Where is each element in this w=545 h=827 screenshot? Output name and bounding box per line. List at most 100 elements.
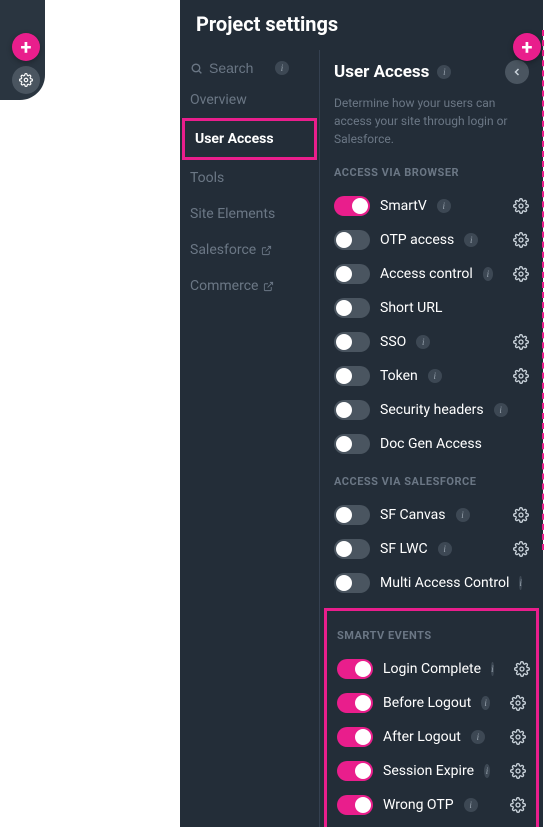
toggle-label: Token	[380, 368, 418, 384]
toggle[interactable]	[334, 230, 370, 250]
gear-icon[interactable]	[513, 198, 529, 214]
settings-panel: Project settings i Overview User Access To…	[180, 0, 543, 827]
page-title: Project settings	[196, 12, 527, 36]
section-access-via-salesforce: ACCESS VIA SALESFORCESF CanvasiSF LWCiMu…	[334, 475, 529, 600]
toggle-label: SSO	[380, 334, 406, 350]
content-pane: User Access i Determine how your users c…	[320, 50, 543, 827]
toggle-row-wrong-otp: Wrong OTPi	[337, 788, 526, 822]
toggle-label: OTP access	[380, 232, 454, 248]
toggle[interactable]	[337, 761, 373, 781]
toggle-label: Multi Access Control	[380, 575, 509, 591]
info-icon[interactable]: i	[438, 542, 452, 556]
toggle-row-doc-gen-access: Doc Gen Access	[334, 427, 529, 461]
sidebar-item-user-access[interactable]: User Access	[182, 118, 317, 160]
sidebar-item-site-elements[interactable]: Site Elements	[180, 196, 319, 232]
gear-icon[interactable]	[513, 368, 529, 384]
add-button-right[interactable]: +	[513, 33, 541, 61]
section-smartv-events: SMARTV EVENTSLogin CompleteiBefore Logou…	[324, 608, 539, 827]
info-icon[interactable]: i	[481, 696, 490, 710]
toggle[interactable]	[337, 659, 373, 679]
add-button-left[interactable]: +	[12, 33, 40, 61]
external-link-icon	[261, 245, 272, 256]
toggle-row-otp-access: OTP access i	[334, 223, 529, 257]
gear-icon[interactable]	[510, 763, 526, 779]
toggle[interactable]	[334, 366, 370, 386]
toggle[interactable]	[334, 400, 370, 420]
toggle[interactable]	[334, 264, 370, 284]
sidebar-item-label: Site Elements	[190, 206, 275, 222]
info-icon[interactable]: i	[416, 335, 430, 349]
search-input[interactable]	[209, 60, 269, 76]
info-icon[interactable]: i	[471, 730, 485, 744]
info-icon[interactable]: i	[275, 61, 289, 75]
toggle[interactable]	[334, 539, 370, 559]
info-icon[interactable]: i	[437, 199, 451, 213]
info-icon[interactable]: i	[437, 65, 451, 79]
info-icon[interactable]: i	[464, 233, 478, 247]
toggle[interactable]	[337, 727, 373, 747]
toggle-label: SmartV	[380, 198, 427, 214]
info-icon[interactable]: i	[464, 798, 478, 812]
section-access-via-browser: ACCESS VIA BROWSERSmartViOTP accessiAcce…	[334, 166, 529, 461]
sidebar-item-overview[interactable]: Overview	[180, 82, 319, 118]
annotation-dashed-line	[542, 30, 544, 550]
info-icon[interactable]: i	[484, 764, 490, 778]
toggle[interactable]	[334, 332, 370, 352]
toggle-label: Session Expire	[383, 763, 474, 779]
content-title: User Access	[334, 62, 429, 82]
toggle[interactable]	[334, 573, 370, 593]
gear-icon[interactable]	[514, 661, 530, 677]
toggle-row-after-logout: After Logouti	[337, 720, 526, 754]
gear-icon[interactable]	[513, 266, 529, 282]
toggle-row-token: Tokeni	[334, 359, 529, 393]
toggle-row-short-url: Short URL	[334, 291, 529, 325]
toggle[interactable]	[334, 196, 370, 216]
toggle-label: Login Complete	[383, 661, 481, 677]
section-label: ACCESS VIA SALESFORCE	[334, 475, 529, 488]
sidebar: i Overview User Access Tools Site Elements S…	[180, 50, 320, 827]
toggle[interactable]	[334, 505, 370, 525]
sidebar-item-label: User Access	[195, 131, 274, 147]
toggle-row-sso: SSO i	[334, 325, 529, 359]
toggle[interactable]	[337, 693, 373, 713]
sidebar-item-label: Overview	[190, 92, 247, 108]
sidebar-item-tools[interactable]: Tools	[180, 160, 319, 196]
toggle-label: SF LWC	[380, 541, 428, 557]
toggle-row-multi-access-control: Multi Access Control i	[334, 566, 529, 600]
gear-icon[interactable]	[510, 797, 526, 813]
settings-gear-left[interactable]	[12, 66, 40, 94]
toggle-row-sf-lwc: SF LWC i	[334, 532, 529, 566]
toggle[interactable]	[334, 434, 370, 454]
gear-icon[interactable]	[510, 695, 526, 711]
gear-icon[interactable]	[513, 507, 529, 523]
toggle-row-access-control: Access controli	[334, 257, 529, 291]
info-icon[interactable]: i	[428, 369, 442, 383]
section-label: ACCESS VIA BROWSER	[334, 166, 529, 179]
info-icon[interactable]: i	[494, 403, 508, 417]
toggle[interactable]	[337, 795, 373, 815]
info-icon[interactable]: i	[491, 662, 494, 676]
toggle-row-sf-canvas: SF Canvas i	[334, 498, 529, 532]
info-icon[interactable]: i	[519, 576, 522, 590]
gear-icon[interactable]	[513, 232, 529, 248]
toggle-row-login-complete: Login Complete i	[337, 652, 526, 686]
gear-icon[interactable]	[510, 729, 526, 745]
section-label: SMARTV EVENTS	[337, 629, 526, 642]
collapse-button[interactable]	[505, 60, 529, 84]
info-icon[interactable]: i	[483, 267, 493, 281]
gear-icon[interactable]	[513, 541, 529, 557]
toggle-label: Security headers	[380, 402, 484, 418]
toggle-row-security-headers: Security headers i	[334, 393, 529, 427]
panel-header: Project settings	[180, 0, 543, 50]
toggle[interactable]	[334, 298, 370, 318]
panel-body: i Overview User Access Tools Site Elements S…	[180, 50, 543, 827]
toggle-row-before-logout: Before Logouti	[337, 686, 526, 720]
gear-icon[interactable]	[513, 334, 529, 350]
toggle-label: SF Canvas	[380, 507, 446, 523]
content-header: User Access i	[334, 60, 529, 84]
info-icon[interactable]: i	[456, 508, 470, 522]
toggle-row-smartv: SmartV i	[334, 189, 529, 223]
sidebar-item-salesforce[interactable]: Salesforce	[180, 232, 319, 268]
toggle-label: Short URL	[380, 300, 442, 316]
sidebar-item-commerce[interactable]: Commerce	[180, 268, 319, 304]
